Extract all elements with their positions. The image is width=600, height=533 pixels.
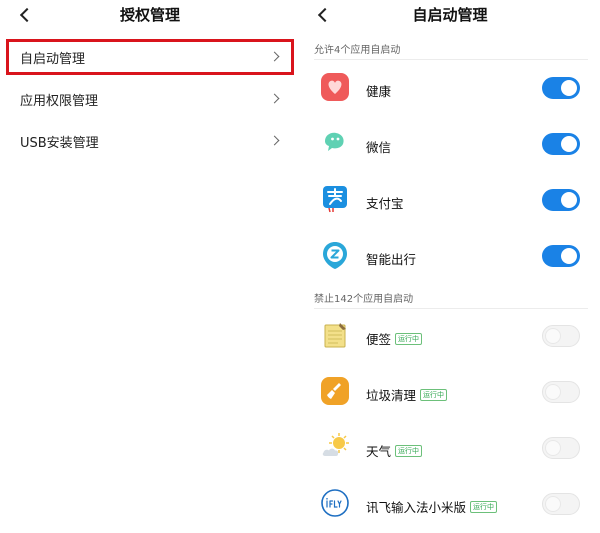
notes-icon <box>324 323 346 348</box>
app-row-cleaner: 垃圾清理 运行中 <box>300 364 600 420</box>
alipay-icon <box>323 186 347 213</box>
autostart-toggle-notes[interactable] <box>542 325 580 347</box>
section-header-forbidden: 禁止142个应用自启动 <box>314 294 414 305</box>
health-icon <box>321 73 349 101</box>
app-name: 天气 <box>366 444 392 459</box>
menu-item-label: 自启动管理 <box>20 51 86 67</box>
ifly-icon <box>321 489 349 517</box>
autostart-toggle-cleaner[interactable] <box>542 381 580 403</box>
app-name-with-badge: 天气 运行中 <box>366 441 423 460</box>
page-title: 授权管理 <box>119 6 180 24</box>
chevron-right-icon <box>269 135 280 146</box>
app-row-ifly-input: 讯飞输入法小米版 运行中 <box>300 476 600 532</box>
app-row-health: 健康 <box>300 60 600 116</box>
autostart-toggle-alipay[interactable] <box>542 189 580 211</box>
app-name: 讯飞输入法小米版 <box>366 500 467 515</box>
smart-travel-icon <box>323 242 347 269</box>
authorization-header: 授权管理 <box>0 0 300 32</box>
app-name: 便签 <box>366 332 392 347</box>
running-badge: 运行中 <box>470 500 498 513</box>
autostart-header: 自启动管理 <box>300 0 600 32</box>
app-name-with-badge: 讯飞输入法小米版 运行中 <box>366 497 498 516</box>
chevron-right-icon <box>269 51 280 62</box>
menu-item-app-permissions[interactable]: 应用权限管理 <box>6 81 294 117</box>
menu-item-usb-install[interactable]: USB安装管理 <box>6 123 294 159</box>
authorization-panel: 授权管理 自启动管理 应用权限管理 USB安装管理 <box>0 0 300 533</box>
running-badge: 运行中 <box>395 332 423 345</box>
menu-item-autostart[interactable]: 自启动管理 <box>6 39 294 75</box>
app-row-notes: 便签 运行中 <box>300 308 600 364</box>
app-name-with-badge: 便签 运行中 <box>366 329 423 348</box>
app-row-alipay: 支付宝 <box>300 172 600 228</box>
wechat-icon <box>325 132 344 151</box>
app-name: 垃圾清理 <box>366 388 417 403</box>
app-row-wechat: 微信 <box>300 116 600 172</box>
autostart-toggle-health[interactable] <box>542 77 580 99</box>
running-badge: 运行中 <box>420 388 448 401</box>
app-name-with-badge: 垃圾清理 运行中 <box>366 385 448 404</box>
weather-icon <box>322 433 349 456</box>
chevron-right-icon <box>269 93 280 104</box>
autostart-toggle-weather[interactable] <box>542 437 580 459</box>
app-row-smart-travel: 智能出行 <box>300 228 600 284</box>
section-header-allowed: 允许4个应用自启动 <box>314 45 401 56</box>
menu-item-label: USB安装管理 <box>20 135 99 151</box>
autostart-toggle-ifly-input[interactable] <box>542 493 580 515</box>
app-row-weather: 天气 运行中 <box>300 420 600 476</box>
app-name: 支付宝 <box>366 196 404 211</box>
running-badge: 运行中 <box>395 444 423 457</box>
menu-item-label: 应用权限管理 <box>20 93 99 109</box>
autostart-toggle-smart-travel[interactable] <box>542 245 580 267</box>
app-name: 健康 <box>366 84 392 99</box>
cleaner-icon <box>321 377 349 405</box>
autostart-panel: 自启动管理 允许4个应用自启动 健康 微信 支付宝 智能出行 禁止142个应用自… <box>300 0 600 533</box>
app-name: 智能出行 <box>366 252 417 267</box>
autostart-toggle-wechat[interactable] <box>542 133 580 155</box>
page-title: 自启动管理 <box>412 6 488 24</box>
app-name: 微信 <box>366 140 392 155</box>
